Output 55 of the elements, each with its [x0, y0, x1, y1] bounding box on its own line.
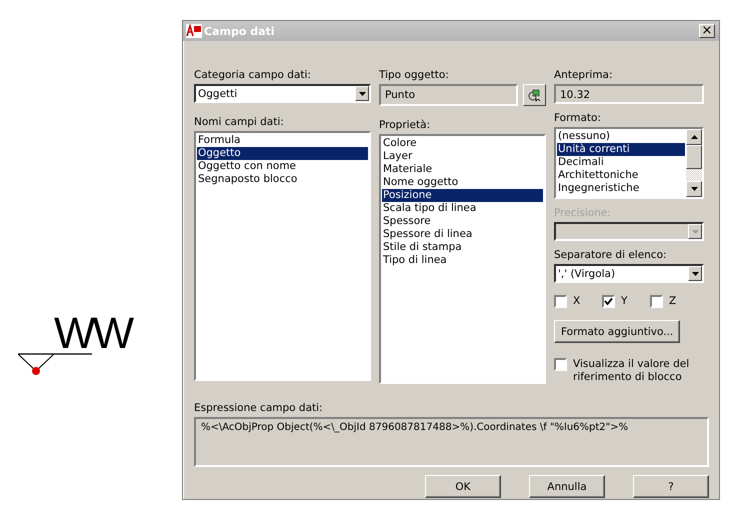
scrollbar[interactable] [686, 129, 702, 197]
list-item[interactable]: Materiale [382, 163, 543, 176]
separator-dropdown[interactable]: ',' (Virgola) [554, 264, 704, 283]
checkbox-label: Visualizza il valore del riferimento di blocco [573, 358, 690, 384]
field-label: Categoria campo dati: [194, 69, 312, 82]
object-type-field: Punto [379, 84, 518, 106]
field-label: Proprietà: [379, 119, 432, 132]
dialog-button[interactable]: OK [425, 475, 501, 498]
list-item[interactable]: Ingegneristiche [557, 182, 685, 195]
expression-field: %<\AcObjProp Object(%<\_ObjId 8796087817488>%).Coordinates \f "%lu6%pt2">% [194, 417, 709, 467]
list-item[interactable]: Colore [382, 137, 543, 150]
list-item[interactable]: Tipo di linea [382, 254, 543, 267]
select-object-icon[interactable] [528, 88, 542, 102]
window-title: Campo dati [204, 24, 276, 38]
field-label: Separatore di elenco: [554, 249, 668, 262]
preview-field: 10.32 [554, 84, 704, 104]
select-object-button[interactable] [523, 84, 546, 106]
list-item[interactable]: Decimali [557, 156, 685, 169]
checkbox-label: Y [621, 295, 628, 308]
list-item[interactable]: Unità correnti [557, 143, 685, 156]
scroll-up-arrow-icon[interactable] [690, 135, 698, 139]
checkbox[interactable] [554, 358, 567, 371]
dialog-button[interactable]: ? [633, 475, 709, 498]
app-icon [186, 24, 202, 38]
checkbox[interactable] [602, 295, 615, 308]
list-item[interactable]: Oggetto con nome [197, 160, 368, 173]
checkbox[interactable] [650, 295, 663, 308]
list-item[interactable]: Layer [382, 150, 543, 163]
additional-format-button[interactable]: Formato aggiuntivo... [554, 320, 680, 343]
field-label: Nomi campi dati: [194, 116, 285, 129]
scrollbar-thumb[interactable] [686, 145, 702, 169]
checkbox-label: X [573, 295, 580, 308]
field-label: Formato: [554, 112, 602, 125]
drawing-text: WW [54, 312, 132, 356]
field-label: Tipo oggetto: [379, 69, 450, 82]
list-item[interactable]: Stile di stampa [382, 241, 543, 254]
list-item[interactable]: Architettoniche [557, 169, 685, 182]
scrollbar-track[interactable] [686, 169, 702, 181]
field-label: Espressione campo dati: [194, 402, 324, 415]
list-item[interactable]: Spessore [382, 215, 543, 228]
dialog-button[interactable]: Annulla [529, 475, 605, 498]
list-item[interactable]: Spessore di linea [382, 228, 543, 241]
list-item[interactable]: Posizione [382, 189, 543, 202]
checkbox-label: Z [669, 295, 676, 308]
list-item[interactable]: Scala tipo di linea [382, 202, 543, 215]
checkbox[interactable] [554, 295, 567, 308]
list-item[interactable]: Oggetto [197, 147, 368, 160]
list-item[interactable]: Segnaposto blocco [197, 173, 368, 186]
close-button[interactable]: × [699, 24, 715, 38]
list-item[interactable]: (nessuno) [557, 130, 685, 143]
list-item[interactable]: Formula [197, 134, 368, 147]
category-dropdown[interactable]: Oggetti [194, 84, 371, 103]
field-label: Anteprima: [554, 69, 614, 82]
scroll-down-arrow-icon[interactable] [690, 187, 698, 191]
list-item[interactable]: Nome oggetto [382, 176, 543, 189]
